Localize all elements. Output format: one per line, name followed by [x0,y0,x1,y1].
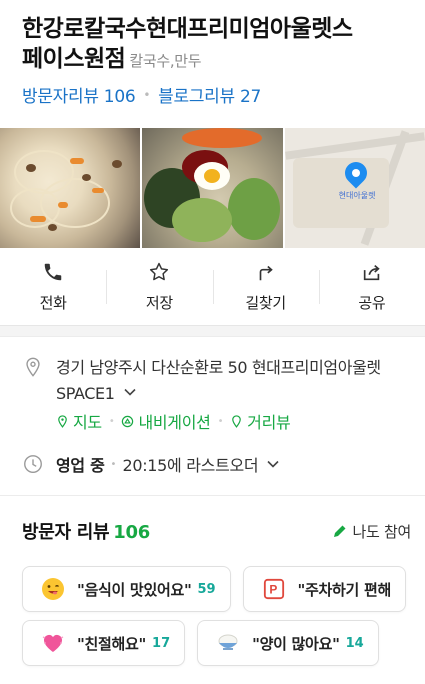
navigation-link-label: 내비게이션 [138,413,211,432]
svg-text:P: P [269,583,277,597]
hours-text: 20:15에 라스트오더 [122,456,259,475]
keyword-text: "주차하기 편해 [297,580,392,599]
place-title-line1: 한강로칼국수현대프리미엄아울렛스 [22,16,353,42]
write-review-button[interactable]: 나도 참여 [332,521,411,542]
keyword-text: "양이 많아요" [252,634,340,653]
pencil-icon [333,525,346,537]
place-header: 한강로칼국수현대프리미엄아울렛스 페이스원점 칼국수,만두 방문자리뷰 106 •… [0,0,425,128]
reviews-count: 106 [113,522,150,543]
streetview-link-label: 거리뷰 [247,413,291,432]
keyword-count: 17 [152,635,171,651]
map-links: 지도 • 내비게이션 • 거리뷰 [56,409,403,433]
separator-dot: • [108,415,115,427]
keyword-chip-row: "음식이 맛있어요" 59 P "주차하기 편해 [22,566,425,612]
photo-noodle-soup[interactable] [0,128,141,248]
rice-bowl-icon [216,631,240,655]
keyword-chip[interactable]: "양이 많아요" 14 [197,620,379,666]
streetview-link[interactable]: 거리뷰 [230,409,291,433]
address-text: 경기 남양주시 다산순환로 50 현대프리미엄아울렛 SPACE1 [56,358,381,403]
parking-icon: P [262,577,286,601]
place-title-line2: 페이스원점 [22,46,126,72]
call-button[interactable]: 전화 [0,248,106,325]
write-review-label: 나도 참여 [352,522,412,541]
chevron-down-icon[interactable] [123,385,137,399]
photo-location-map[interactable]: 현대아울렛 [284,128,425,248]
reviews-title: 방문자 리뷰 106 [22,518,150,544]
action-bar: 전화 저장 길찾기 공유 [0,248,425,326]
address-row: 경기 남양주시 다산순환로 50 현대프리미엄아울렛 SPACE1 [22,355,403,407]
map-label: 현대아울렛 [338,191,376,200]
save-label: 저장 [145,293,173,312]
phone-icon [44,263,62,280]
keyword-count: 59 [197,581,216,597]
visitor-reviews-section: 방문자 리뷰 106 나도 참여 "음식이 맛있어요" 59 P "주차하기 편해 [0,496,425,684]
chevron-down-icon[interactable] [266,457,280,471]
map-link[interactable]: 지도 [56,409,102,433]
streetview-icon [232,414,241,428]
keyword-chip[interactable]: P "주차하기 편해 [242,566,406,612]
share-label: 공유 [358,293,386,312]
keyword-chip[interactable]: "친절해요" 17 [22,620,186,666]
keyword-chip-row: "친절해요" 17 "양이 많아요" 14 [22,620,425,666]
location-pin-icon [26,357,40,377]
keyword-text: "음식이 맛있어요" [77,580,192,599]
place-title: 한강로칼국수현대프리미엄아울렛스 [22,14,403,44]
photo-bibim-noodles[interactable] [142,128,283,248]
reviews-title-text: 방문자 리뷰 [22,522,110,543]
share-button[interactable]: 공유 [318,248,425,325]
blog-review-link[interactable]: 블로그리뷰 27 [158,82,261,107]
map-link-label: 지도 [73,413,102,432]
call-label: 전화 [39,293,67,312]
heart-icon [41,631,65,655]
review-links: 방문자리뷰 106 • 블로그리뷰 27 [22,82,403,107]
directions-label: 길찾기 [245,293,286,312]
keyword-chip[interactable]: "음식이 맛있어요" 59 [22,566,231,612]
place-info: 경기 남양주시 다산순환로 50 현대프리미엄아울렛 SPACE1 지도 • 내… [0,336,425,496]
share-icon [363,264,380,280]
visitor-review-link[interactable]: 방문자리뷰 106 [22,82,136,107]
save-button[interactable]: 저장 [106,248,212,325]
reviews-header: 방문자 리뷰 106 나도 참여 [22,518,425,544]
clock-icon [24,455,42,473]
address-block[interactable]: 경기 남양주시 다산순환로 50 현대프리미엄아울렛 SPACE1 [56,355,403,407]
hours-row[interactable]: 영업 중 • 20:15에 라스트오더 [22,452,403,476]
keyword-count: 14 [345,635,364,651]
car-icon [122,415,134,427]
place-category: 칼국수,만두 [129,52,202,70]
photo-strip: 현대아울렛 [0,128,425,248]
map-pin-small-icon [58,414,67,428]
navigation-link[interactable]: 내비게이션 [121,409,211,433]
separator-dot: • [143,87,151,102]
hours-status: 영업 중 [56,456,105,475]
directions-button[interactable]: 길찾기 [212,248,319,325]
directions-icon [259,265,273,280]
keyword-text: "친절해요" [77,634,147,653]
star-icon [150,262,169,280]
separator-dot: • [110,458,117,470]
separator-dot: • [217,415,224,427]
yum-face-icon [41,577,65,601]
